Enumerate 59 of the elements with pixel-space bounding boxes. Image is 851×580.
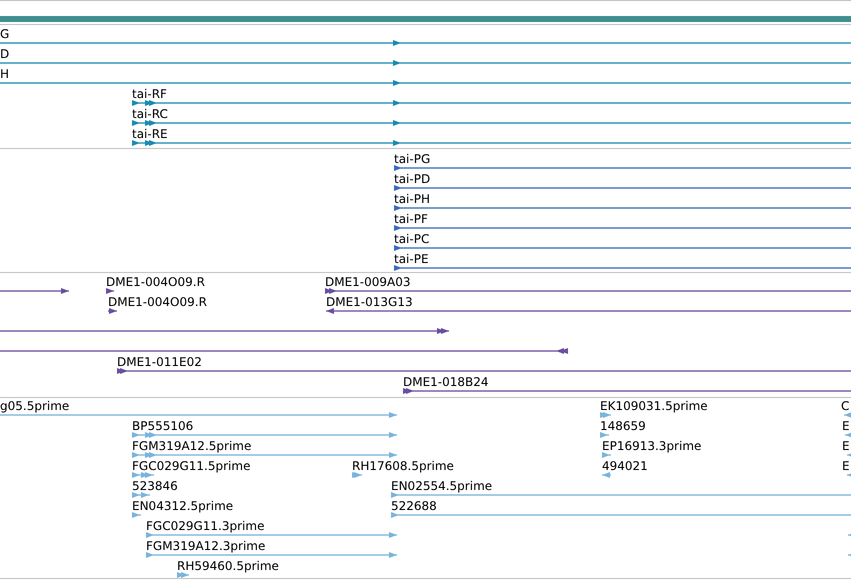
feature-label: C [841, 399, 850, 413]
feature-label: E [842, 439, 850, 453]
feature-label: 523846 [132, 479, 178, 493]
feature-label: DME1-011E02 [117, 355, 202, 369]
feature-label: 148659 [600, 419, 646, 433]
feature-glyph[interactable] [0, 39, 851, 47]
feature-glyph[interactable] [325, 287, 851, 295]
feature-glyph[interactable] [394, 264, 851, 272]
feature-label: tai-PG [394, 152, 430, 166]
feature-label: G [0, 27, 10, 41]
feature-glyph[interactable] [0, 347, 568, 355]
feature-label: 522688 [391, 499, 437, 513]
feature-label: DME1-004O09.R [108, 295, 207, 309]
feature-label: FGM319A12.3prime [146, 539, 266, 553]
feature-label: tai-PH [394, 192, 430, 206]
feature-label: EN04312.5prime [132, 499, 234, 513]
feature-label: BP555106 [132, 419, 194, 433]
feature-glyph[interactable] [394, 224, 851, 232]
feature-label: tai-PC [394, 232, 430, 246]
feature-label: EN02554.5prime [391, 479, 492, 493]
feature-glyph[interactable] [106, 287, 114, 295]
feature-label: DME1-013G13 [326, 295, 413, 309]
feature-glyph[interactable] [108, 307, 117, 315]
feature-glyph[interactable] [0, 59, 851, 67]
feature-glyph[interactable] [132, 99, 851, 107]
feature-label: FGC029G11.5prime [132, 459, 250, 473]
feature-label: tai-PF [394, 212, 428, 226]
feature-label: DME1-004O09.R [106, 275, 205, 289]
feature-label: FGC029G11.3prime [146, 519, 264, 533]
feature-glyph[interactable] [117, 367, 851, 375]
feature-label: tai-RF [132, 87, 167, 101]
feature-glyph[interactable] [394, 184, 851, 192]
feature-glyph[interactable] [326, 307, 851, 315]
feature-label: H [0, 67, 10, 81]
feature-glyph[interactable] [394, 204, 851, 212]
feature-glyph[interactable] [0, 79, 851, 87]
feature-label: DME1-009A03 [325, 275, 411, 289]
feature-glyph[interactable] [403, 387, 851, 395]
feature-label: E [842, 459, 850, 473]
feature-label: 494021 [602, 459, 648, 473]
feature-label: tai-PE [394, 252, 429, 266]
feature-label: DME1-018B24 [403, 375, 489, 389]
feature-label: tai-RE [132, 127, 168, 141]
feature-label: tai-PD [394, 172, 430, 186]
feature-glyph[interactable] [132, 139, 851, 147]
feature-label: EP16913.3prime [602, 439, 702, 453]
feature-label: EK109031.5prime [600, 399, 708, 413]
feature-glyph[interactable] [0, 327, 449, 335]
feature-glyph[interactable] [394, 244, 851, 252]
feature-label: g05.5prime [0, 399, 70, 413]
feature-glyph[interactable] [132, 119, 851, 127]
feature-glyph[interactable] [394, 164, 851, 172]
feature-label: tai-RC [132, 107, 168, 121]
feature-glyph[interactable] [0, 287, 69, 295]
feature-label: FGM319A12.5prime [132, 439, 252, 453]
feature-label: D [0, 47, 10, 61]
feature-label: E [842, 419, 850, 433]
feature-label: RH17608.5prime [352, 459, 454, 473]
feature-label: RH59460.5prime [177, 559, 279, 573]
